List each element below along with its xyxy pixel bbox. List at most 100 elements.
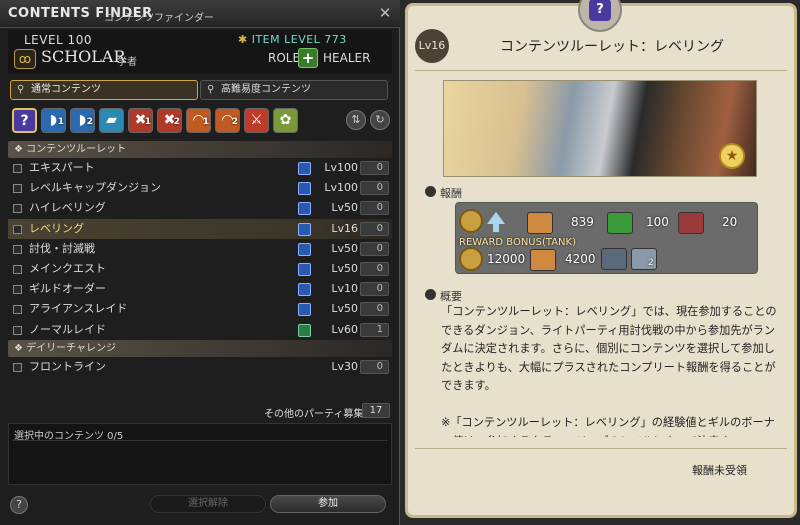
divider (415, 70, 787, 71)
roulette-bonus-icon (298, 202, 311, 216)
content-level: Lv50 (331, 302, 358, 316)
bonus-arrow-icon (487, 212, 505, 224)
checkbox[interactable] (13, 325, 22, 335)
party-count: 1 (360, 322, 389, 337)
list-item[interactable]: フロントライン Lv30 0 (8, 357, 392, 377)
list-item[interactable]: ノーマルレイド Lv60 1 (8, 320, 392, 340)
content-banner-image (443, 80, 757, 177)
roulette-bonus-icon (298, 182, 311, 196)
content-name: エキスパート (29, 161, 95, 174)
tomestone-red-value: 20 (722, 215, 738, 229)
gil-value: 12000 (487, 252, 526, 266)
content-tabs: ⚲ 通常コンテンツ ⚲ 高難易度コンテンツ (10, 80, 388, 100)
content-name: 討伐・討滅戦 (29, 241, 95, 255)
tomestone-red-icon[interactable] (678, 212, 704, 234)
job-name-jp: 学者 (117, 57, 137, 68)
contents-finder-panel: CONTENTS FINDER コンテンツファインダー ✕ LEVEL 100 … (0, 0, 400, 525)
reward-bonus-label: REWARD BONUS(TANK) (459, 237, 576, 248)
window-subtitle: コンテンツファインダー (104, 13, 214, 24)
party-count: 0 (360, 261, 389, 276)
item-level-text: ITEM LEVEL 773 (251, 33, 347, 46)
raid-icon[interactable]: ◠ 2 (215, 108, 240, 133)
tab-label: 高難易度コンテンツ (221, 84, 311, 95)
party-count: 0 (360, 241, 389, 256)
content-name: ノーマルレイド (29, 322, 106, 336)
close-icon[interactable]: ✕ (376, 4, 394, 22)
checkbox[interactable] (13, 264, 22, 274)
list-item[interactable]: レベルキャップダンジョン Lv100 0 (8, 178, 392, 198)
checkbox[interactable] (13, 224, 22, 234)
roulette-icon[interactable]: ? (12, 108, 37, 133)
section-header-daily[interactable]: ❖ デイリーチャレンジ (8, 339, 392, 357)
raid-icon[interactable]: ◠ 1 (186, 108, 211, 133)
gil-icon[interactable] (459, 247, 483, 271)
overview-label: 概要 (440, 290, 462, 303)
list-item[interactable]: メインクエスト Lv50 0 (8, 259, 392, 279)
tab-high-end-content[interactable]: ⚲ 高難易度コンテンツ (200, 80, 388, 100)
list-item[interactable]: ギルドオーダー Lv10 0 (8, 279, 392, 299)
section-header-roulette[interactable]: ❖ コンテンツルーレット (8, 141, 392, 158)
roulette-bonus-icon (298, 262, 311, 276)
list-item[interactable]: ハイレベリング Lv50 0 (8, 198, 392, 218)
party-count: 0 (360, 282, 389, 297)
content-name: ギルドオーダー (29, 282, 106, 296)
gold-saucer-icon[interactable]: ✿ (273, 108, 298, 133)
list-item-selected[interactable]: レベリング Lv16 0 (8, 218, 392, 239)
exp-icon[interactable] (527, 212, 553, 234)
content-list: ❖ コンテンツルーレット エキスパート Lv100 0 レベルキャップダンジョン Lv… (8, 141, 392, 377)
icon-number: 2 (173, 117, 180, 127)
content-level: Lv50 (331, 201, 358, 215)
job-name: SCHOLAR (41, 47, 126, 66)
checkbox[interactable] (13, 244, 22, 254)
checkbox[interactable] (13, 362, 22, 372)
checkbox[interactable] (13, 204, 22, 214)
section-title: デイリーチャレンジ (26, 342, 117, 354)
content-level: Lv60 (331, 322, 358, 336)
tomestone-green-value: 100 (646, 215, 669, 229)
roulette-bonus-icon (298, 162, 311, 175)
role-name: HEALER (323, 51, 371, 65)
healer-role-icon: + (298, 48, 318, 68)
pvp-icon[interactable]: ⚔ (244, 108, 269, 133)
search-icon: ⚲ (17, 84, 25, 95)
trial-icon[interactable]: ✖ 2 (157, 108, 182, 133)
seal-icon[interactable] (601, 248, 627, 270)
content-name: レベルキャップダンジョン (29, 181, 161, 195)
bonus-arrow-stem (493, 224, 499, 232)
gil-icon[interactable] (459, 209, 483, 233)
checkbox[interactable] (13, 305, 22, 315)
item-level: ✱ ITEM LEVEL 773 (238, 33, 347, 46)
party-finder-count[interactable]: 17 (362, 403, 390, 418)
checkbox[interactable] (13, 285, 22, 295)
dungeon-icon[interactable]: ◗ 2 (70, 108, 95, 133)
party-count: 0 (360, 221, 389, 236)
content-type-icon-bar: ? ◗ 1 ◗ 2 ▰ ✖ 1 ✖ 2 ◠ 1 ◠ 2 ⚔ ✿ ⇅ ↻ (10, 108, 390, 138)
tomestone-green-icon[interactable] (607, 212, 633, 234)
list-item[interactable]: 討伐・討滅戦 Lv50 0 (8, 239, 392, 259)
party-count: 0 (360, 359, 389, 374)
roulette-bonus-icon (298, 242, 311, 256)
sort-icon[interactable]: ⇅ (346, 110, 366, 130)
scholar-job-icon: ꝏ (14, 49, 36, 69)
help-icon[interactable]: ? (10, 496, 28, 514)
clear-selection-button[interactable]: 選択解除 (150, 495, 266, 513)
title-bar[interactable]: CONTENTS FINDER コンテンツファインダー ✕ (0, 0, 400, 28)
tab-normal-content[interactable]: ⚲ 通常コンテンツ (10, 80, 198, 100)
content-level: Lv50 (331, 261, 358, 275)
roulette-icon: ? (589, 0, 611, 21)
roulette-bonus-icon (298, 303, 311, 317)
level-badge: Lv16 (415, 29, 449, 63)
checkbox[interactable] (13, 164, 22, 173)
refresh-icon[interactable]: ↻ (370, 110, 390, 130)
party-count: 0 (360, 161, 389, 175)
icon-number: 1 (57, 117, 64, 127)
list-item[interactable]: エキスパート Lv100 0 (8, 158, 392, 178)
trial-icon[interactable]: ✖ 1 (128, 108, 153, 133)
join-button[interactable]: 参加 (270, 495, 386, 513)
list-item[interactable]: アライアンスレイド Lv50 0 (8, 299, 392, 319)
dungeon-icon[interactable]: ◗ 1 (41, 108, 66, 133)
exp-icon[interactable] (530, 249, 556, 271)
checkbox[interactable] (13, 184, 22, 194)
content-name: レベリング (29, 221, 84, 235)
guildhest-icon[interactable]: ▰ (99, 108, 124, 133)
